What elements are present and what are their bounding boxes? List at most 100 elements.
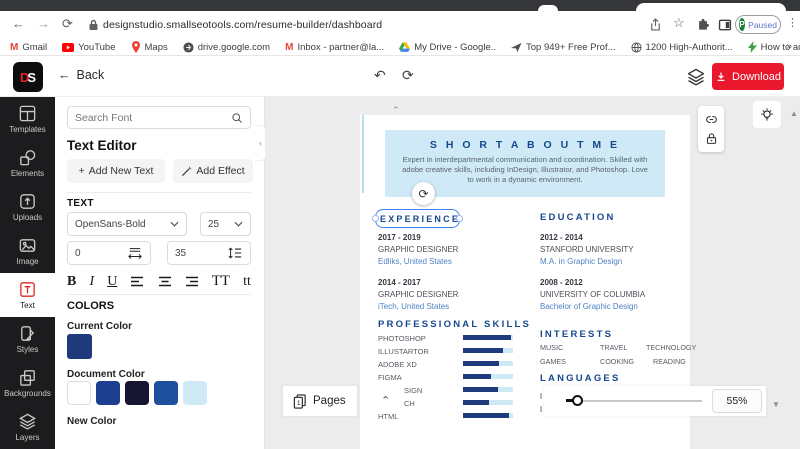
bookmark-1200-high[interactable]: 1200 High-Authorit... [631, 42, 733, 53]
page-edge-guide [362, 115, 364, 193]
skill-label: ADOBE XD [378, 360, 417, 369]
interest-item: READING [653, 357, 686, 366]
profile-chip[interactable]: P Paused [735, 15, 781, 34]
font-size-select[interactable]: 25 [200, 212, 251, 236]
selected-text-element[interactable]: EXPERIENCE [375, 209, 460, 228]
selection-handle-right[interactable] [456, 215, 463, 222]
sidebar-item-text[interactable]: Text [0, 273, 55, 317]
text-section-label: TEXT [67, 198, 94, 209]
current-color-swatch[interactable] [67, 334, 92, 359]
globe-dark-icon [183, 42, 194, 53]
rotate-handle[interactable]: ⟳ [412, 182, 435, 205]
bookmark-maps[interactable]: Maps [131, 41, 168, 53]
interest-item: TECHNOLOGY [646, 343, 696, 352]
skill-bar [463, 413, 513, 418]
bookmarks-overflow-icon[interactable]: » [786, 41, 792, 52]
letter-spacing-icon [127, 246, 143, 260]
design-canvas[interactable]: S H O R T A B O U T M E Expert in interd… [265, 97, 800, 449]
scrollbar-up-icon[interactable]: ▲ [790, 109, 798, 118]
download-button[interactable]: Download [712, 63, 784, 90]
divider [67, 192, 251, 193]
browser-tab-strip [0, 0, 800, 11]
add-effect-button[interactable]: Add Effect [173, 159, 253, 183]
forward-nav-icon[interactable]: → [37, 16, 50, 31]
interest-item: TRAVEL [600, 343, 627, 352]
url-text[interactable]: designstudio.smallseotools.com/resume-bu… [103, 19, 382, 31]
sidebar-item-styles[interactable]: Styles [0, 317, 55, 361]
bookmark-drive-link[interactable]: drive.google.com [183, 42, 270, 53]
pages-button[interactable]: 1 Pages [283, 386, 357, 416]
italic-button[interactable]: I [89, 274, 94, 290]
bold-button[interactable]: B [67, 274, 76, 290]
reload-icon[interactable]: ⟳ [62, 16, 73, 32]
extensions-puzzle-icon[interactable] [696, 18, 710, 32]
uppercase-button[interactable]: TT [212, 273, 230, 290]
lowercase-button[interactable]: tt [243, 274, 251, 290]
interest-item: MUSIC [540, 343, 563, 352]
letter-spacing-input[interactable]: 0 [67, 241, 151, 265]
doc-color-swatch[interactable] [154, 381, 178, 405]
bookmark-my-drive[interactable]: My Drive - Google.. [399, 42, 496, 53]
back-button[interactable]: ←Back [58, 68, 104, 82]
browser-menu-icon[interactable]: ⋮ [787, 16, 798, 29]
drive-triangle-icon [399, 42, 410, 52]
lock-icon[interactable] [705, 132, 718, 145]
align-center-icon[interactable] [158, 276, 172, 287]
floating-tools [698, 106, 724, 152]
chevron-down-icon [234, 221, 243, 227]
underline-button[interactable]: U [107, 274, 117, 290]
bookmark-how-to-add[interactable]: How to add your re... [748, 41, 800, 53]
sidebar-item-elements[interactable]: Elements [0, 141, 55, 185]
collapse-caret[interactable]: ⌃ [381, 394, 390, 407]
doc-color-swatch[interactable] [67, 381, 91, 405]
app-logo[interactable]: DS [13, 62, 43, 92]
search-input[interactable] [75, 112, 231, 124]
redo-icon[interactable]: ⟳ [402, 67, 414, 84]
zoom-slider-track[interactable] [566, 400, 702, 402]
sidebar-item-layers[interactable]: Layers [0, 405, 55, 449]
new-color-label: New Color [67, 416, 116, 427]
back-nav-icon[interactable]: ← [12, 16, 25, 31]
skill-label: FIGMA [378, 373, 402, 382]
bookmark-star-icon[interactable]: ☆ [673, 15, 685, 31]
line-height-icon [227, 246, 243, 260]
experience-role: GRAPHIC DESIGNER [378, 290, 458, 299]
effect-wand-icon [181, 166, 192, 177]
zoom-slider-thumb[interactable] [572, 395, 583, 406]
layers-icon[interactable] [686, 67, 706, 87]
doc-color-swatch[interactable] [96, 381, 120, 405]
sidebar-item-uploads[interactable]: Uploads [0, 185, 55, 229]
bookmark-gmail[interactable]: MGmail [10, 42, 47, 53]
experience-org: Edliks, United States [378, 257, 452, 266]
tips-box[interactable] [753, 101, 781, 128]
bookmark-inbox[interactable]: MInbox - partner@la... [285, 42, 384, 53]
scrollbar-down-icon[interactable]: ▼ [772, 400, 780, 409]
sidebar-item-templates[interactable]: Templates [0, 97, 55, 141]
align-right-icon[interactable] [185, 276, 199, 287]
link-icon[interactable] [705, 113, 718, 126]
bookmark-youtube[interactable]: YouTube [62, 42, 115, 53]
selection-handle-left[interactable] [372, 215, 379, 222]
sidebar-item-image[interactable]: Image [0, 229, 55, 273]
scroll-up-caret: ⌃ [392, 105, 400, 116]
tool-sidebar: Templates Elements Uploads Image Text St… [0, 97, 55, 449]
paper-plane-icon [511, 42, 522, 53]
line-height-input[interactable]: 35 [167, 241, 251, 265]
bookmark-top949[interactable]: Top 949+ Free Prof... [511, 42, 616, 53]
sidebar-item-backgrounds[interactable]: Backgrounds [0, 361, 55, 405]
bolt-icon [748, 41, 757, 53]
bookmarks-bar: MGmail YouTube Maps drive.google.com MIn… [0, 39, 800, 56]
share-icon[interactable] [648, 17, 663, 32]
undo-icon[interactable]: ↶ [374, 67, 386, 84]
align-left-icon[interactable] [130, 276, 144, 287]
font-family-select[interactable]: OpenSans-Bold [67, 212, 187, 236]
upload-icon [18, 192, 37, 211]
add-new-text-button[interactable]: +Add New Text [67, 159, 165, 183]
doc-color-swatch[interactable] [183, 381, 207, 405]
globe-icon [631, 42, 642, 53]
doc-color-swatch[interactable] [125, 381, 149, 405]
experience-period: 2014 - 2017 [378, 278, 421, 287]
side-panel-icon[interactable] [718, 18, 732, 32]
font-search-box[interactable] [67, 106, 251, 129]
styles-icon [18, 324, 37, 343]
